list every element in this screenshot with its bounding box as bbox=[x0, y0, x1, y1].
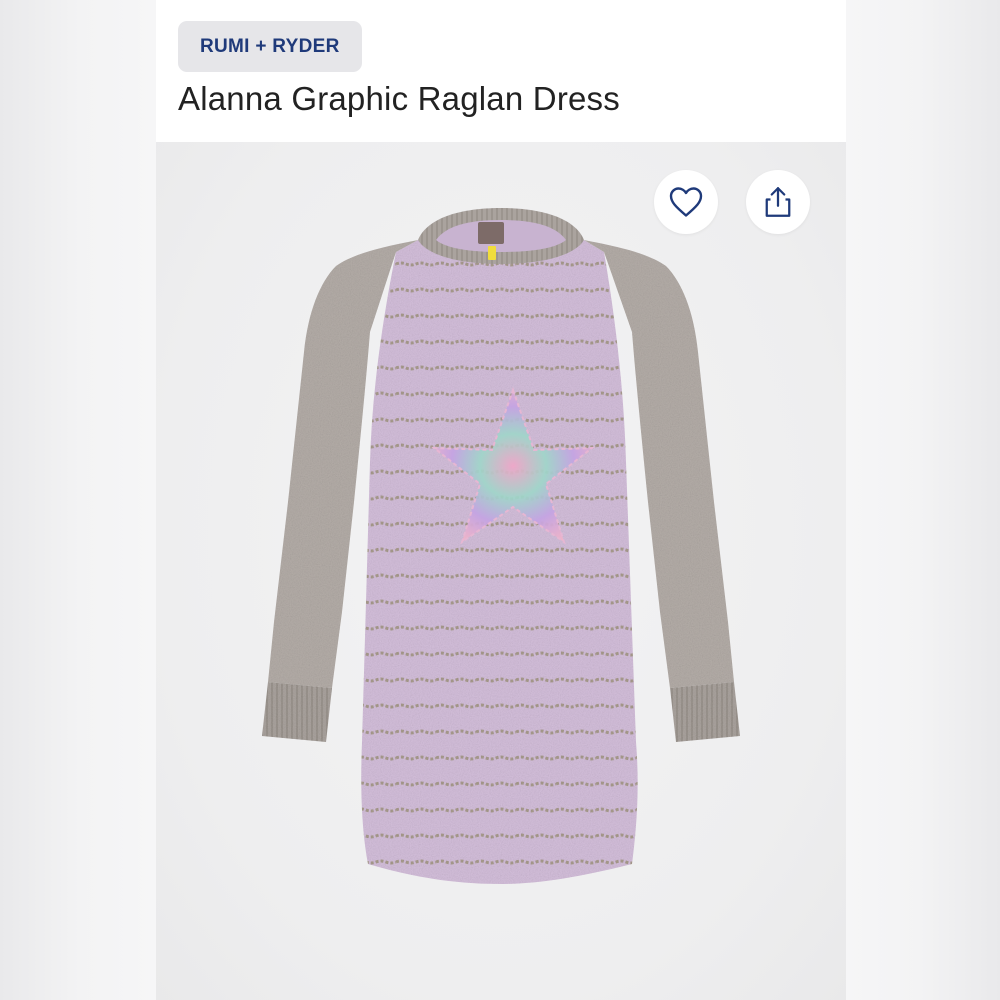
brand-chip[interactable]: RUMI + RYDER bbox=[178, 21, 362, 72]
dress-body bbox=[361, 240, 638, 884]
share-icon bbox=[765, 187, 791, 217]
neckline bbox=[418, 208, 584, 264]
share-button[interactable] bbox=[746, 170, 810, 234]
heart-icon bbox=[669, 187, 703, 217]
product-header: RUMI + RYDER Alanna Graphic Raglan Dress bbox=[156, 0, 846, 142]
dress-illustration bbox=[262, 208, 740, 884]
product-image[interactable] bbox=[156, 142, 846, 1000]
favorite-button[interactable] bbox=[654, 170, 718, 234]
product-card: RUMI + RYDER Alanna Graphic Raglan Dress bbox=[156, 0, 846, 1000]
product-title: Alanna Graphic Raglan Dress bbox=[178, 80, 620, 117]
